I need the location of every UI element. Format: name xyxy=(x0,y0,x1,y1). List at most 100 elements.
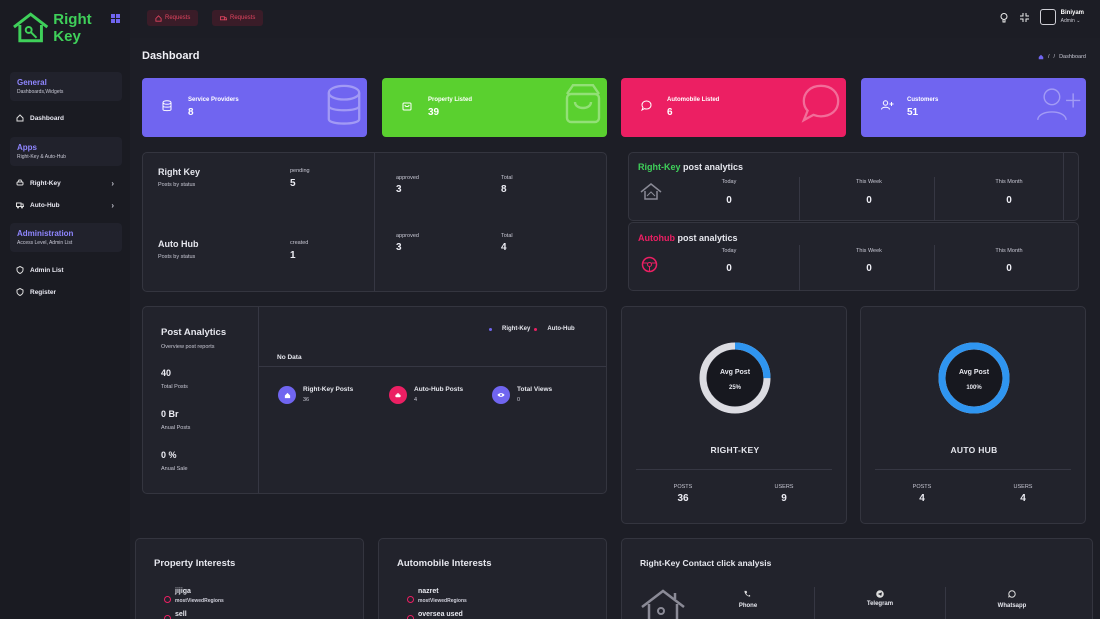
property-interests-card: Property Interests jijiga mostViewedRegi… xyxy=(135,538,364,619)
week-label: This Week xyxy=(856,248,882,254)
telegram-icon xyxy=(876,590,884,598)
sidebar-section-administration: Administration Access Level, Admin List xyxy=(10,223,122,252)
section-title: General xyxy=(17,78,47,87)
divider xyxy=(258,366,606,367)
chat-icon xyxy=(801,84,840,123)
stat-label: Customers xyxy=(907,97,939,103)
fullscreen-icon[interactable] xyxy=(1020,13,1029,22)
sidebar-item-dashboard[interactable]: Dashboard xyxy=(16,111,114,125)
donut-name: RIGHT-KEY xyxy=(710,445,760,455)
brand-word: Right-Key xyxy=(638,162,681,172)
interest-sub: mostViewedRegions xyxy=(418,598,467,604)
autohub-analytics-title: Autohub post analytics xyxy=(638,233,738,243)
stat-card-automobile-listed[interactable]: Automobile Listed 6 xyxy=(621,78,846,137)
today-label: Today xyxy=(721,179,737,185)
sidebar-item-auto-hub[interactable]: Auto-Hub › xyxy=(16,198,114,212)
divider xyxy=(945,587,946,619)
interest-sub: mostViewedRegions xyxy=(175,598,224,604)
no-data-text: No Data xyxy=(277,354,302,361)
breadcrumb: / / Dashboard xyxy=(1038,54,1086,60)
stat-card-customers[interactable]: Customers 51 xyxy=(861,78,1086,137)
section-title: Administration xyxy=(17,229,74,238)
week-value: 0 xyxy=(866,263,872,274)
contact-channel-phone[interactable]: Phone xyxy=(725,603,771,609)
total-posts-value: 40 xyxy=(161,368,172,378)
sidebar-item-label: Register xyxy=(30,288,57,296)
sidebar: Right Key General Dashboards,Widgets Das… xyxy=(0,0,130,619)
metric-value: 4 xyxy=(414,397,418,403)
home-icon[interactable] xyxy=(1038,54,1044,60)
requests-button-auto[interactable]: Requests xyxy=(212,10,264,26)
divider xyxy=(934,177,935,221)
user-menu[interactable]: Biniyam Admin ⌄ xyxy=(1039,9,1084,25)
car-icon xyxy=(16,179,24,186)
month-value: 0 xyxy=(1006,263,1012,274)
requests-button[interactable]: Requests xyxy=(147,10,199,26)
phone-icon xyxy=(744,590,751,597)
posts-by-status-card: Right Key Posts by status pending 5 appr… xyxy=(142,152,607,292)
posts-label: POSTS xyxy=(673,484,693,490)
legend-right-key[interactable]: Right-Key xyxy=(502,326,530,332)
page-title: Dashboard xyxy=(142,50,200,62)
posts-label: POSTS xyxy=(912,484,932,490)
donut-percent: 100% xyxy=(966,385,982,391)
automobile-interests-card: Automobile Interests nazret mostViewedRe… xyxy=(378,538,607,619)
brand-logo[interactable]: Right Key xyxy=(12,10,122,46)
week-value: 0 xyxy=(866,195,872,206)
divider xyxy=(1063,153,1064,220)
contact-channel-whatsapp[interactable]: Whatsapp xyxy=(989,603,1035,609)
user-plus-icon xyxy=(881,100,894,110)
contact-click-analysis-card: Right-Key Contact click analysis Phone T… xyxy=(621,538,1093,619)
right-key-donut xyxy=(699,342,771,414)
sidebar-item-register[interactable]: Register xyxy=(16,285,114,299)
sidebar-item-admin-list[interactable]: Admin List xyxy=(16,263,114,277)
brand-word: Autohub xyxy=(638,233,675,243)
stat-card-service-providers[interactable]: Service Providers 8 xyxy=(142,78,367,137)
stat-value: 51 xyxy=(907,107,919,118)
house-logo-icon xyxy=(13,12,49,43)
today-label: Today xyxy=(721,248,737,254)
home-icon xyxy=(284,392,290,398)
title-rest: post analytics xyxy=(680,162,744,172)
chevron-right-icon: › xyxy=(111,178,114,188)
users-value: 4 xyxy=(1020,493,1026,504)
posts-value: 4 xyxy=(919,493,925,504)
legend-auto-hub[interactable]: Auto-Hub xyxy=(547,326,574,332)
stat-value: 39 xyxy=(428,107,440,118)
interest-name: nazret xyxy=(418,588,439,595)
autohub-status-subtitle: Posts by status xyxy=(158,254,196,260)
stat-label: Service Providers xyxy=(188,97,239,103)
title-rest: post analytics xyxy=(674,233,738,243)
stat-card-property-listed[interactable]: Property Listed 39 xyxy=(382,78,607,137)
total-value: 4 xyxy=(501,242,507,253)
eye-icon xyxy=(497,393,505,397)
sidebar-item-label: Dashboard xyxy=(30,114,64,122)
contact-analysis-title: Right-Key Contact click analysis xyxy=(640,558,772,568)
posts-value: 36 xyxy=(677,493,689,504)
anual-sale-value: 0 % xyxy=(161,450,177,460)
interest-name: sell xyxy=(175,611,187,618)
stat-label: Automobile Listed xyxy=(667,97,720,103)
sidebar-item-label: Right-Key xyxy=(30,179,61,187)
breadcrumb-current: Dashboard xyxy=(1059,54,1086,60)
right-key-summary-card: Avg Post 25% RIGHT-KEY POSTS 36 USERS 9 xyxy=(621,306,847,524)
divider xyxy=(875,469,1071,470)
divider xyxy=(636,469,832,470)
bag-icon xyxy=(565,84,601,124)
week-label: This Week xyxy=(856,179,882,185)
rightkey-status-subtitle: Posts by status xyxy=(158,182,196,188)
legend-dot-auto-hub xyxy=(534,327,538,331)
interest-name: oversea used xyxy=(418,611,463,618)
donut-center-label: Avg Post xyxy=(719,369,751,376)
contact-channel-telegram[interactable]: Telegram xyxy=(857,601,903,607)
menu-grid-icon[interactable] xyxy=(111,14,120,23)
requests-label: Requests xyxy=(230,15,256,21)
created-value: 1 xyxy=(290,250,296,261)
sidebar-item-label: Admin List xyxy=(30,266,64,274)
list-marker xyxy=(164,596,171,603)
sidebar-item-right-key[interactable]: Right-Key › xyxy=(16,176,114,190)
top-header: Requests Requests Biniyam Admin ⌄ xyxy=(130,0,1100,38)
steering-wheel-icon xyxy=(641,256,658,273)
lightbulb-icon[interactable] xyxy=(1000,13,1008,23)
autohub-post-analytics-card: Autohub post analytics Today 0 This Week… xyxy=(628,222,1079,291)
